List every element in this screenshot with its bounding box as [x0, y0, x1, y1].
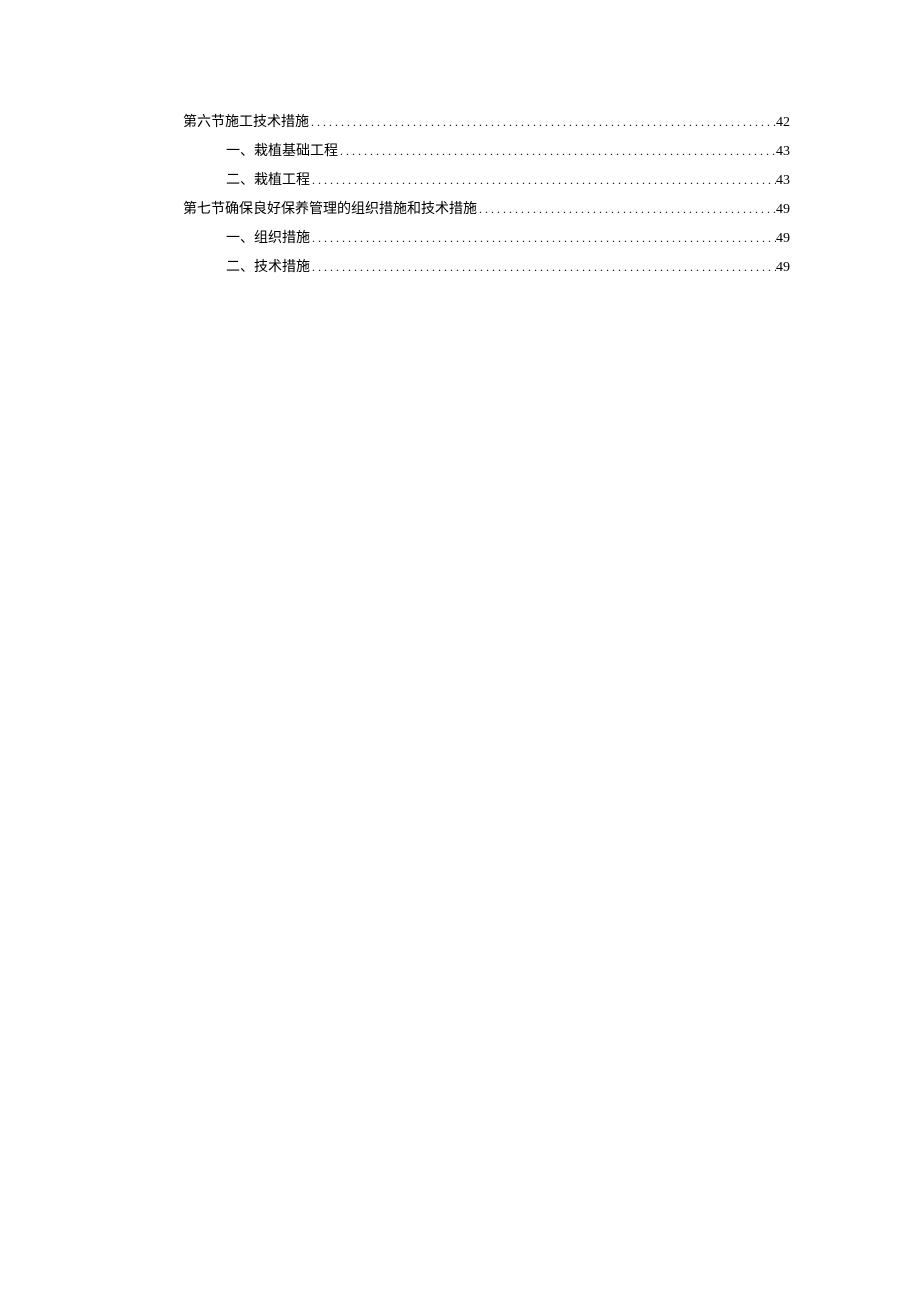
toc-entry: 二、栽植工程 43 — [183, 166, 790, 195]
toc-leader-dots — [309, 108, 776, 136]
table-of-contents: 第六节施工技术措施 42 一、栽植基础工程 43 二、栽植工程 43 第七节确保… — [183, 108, 790, 282]
toc-leader-dots — [477, 195, 776, 223]
toc-title: 第七节确保良好保养管理的组织措施和技术措施 — [183, 196, 477, 224]
toc-page-number: 42 — [776, 109, 790, 137]
toc-page-number: 49 — [776, 254, 790, 282]
toc-page-number: 49 — [776, 225, 790, 253]
toc-entry: 二、技术措施 49 — [183, 253, 790, 282]
toc-page-number: 43 — [776, 138, 790, 166]
toc-leader-dots — [310, 253, 776, 281]
toc-title: 二、技术措施 — [226, 254, 310, 282]
toc-title: 一、栽植基础工程 — [226, 138, 338, 166]
toc-title: 二、栽植工程 — [226, 167, 310, 195]
toc-leader-dots — [310, 166, 776, 194]
toc-entry: 第六节施工技术措施 42 — [183, 108, 790, 137]
toc-title: 一、组织措施 — [226, 225, 310, 253]
toc-title: 第六节施工技术措施 — [183, 109, 309, 137]
toc-page-number: 49 — [776, 196, 790, 224]
toc-leader-dots — [338, 137, 776, 165]
toc-page-number: 43 — [776, 167, 790, 195]
toc-entry: 一、组织措施 49 — [183, 224, 790, 253]
toc-entry: 第七节确保良好保养管理的组织措施和技术措施 49 — [183, 195, 790, 224]
toc-leader-dots — [310, 224, 776, 252]
toc-entry: 一、栽植基础工程 43 — [183, 137, 790, 166]
